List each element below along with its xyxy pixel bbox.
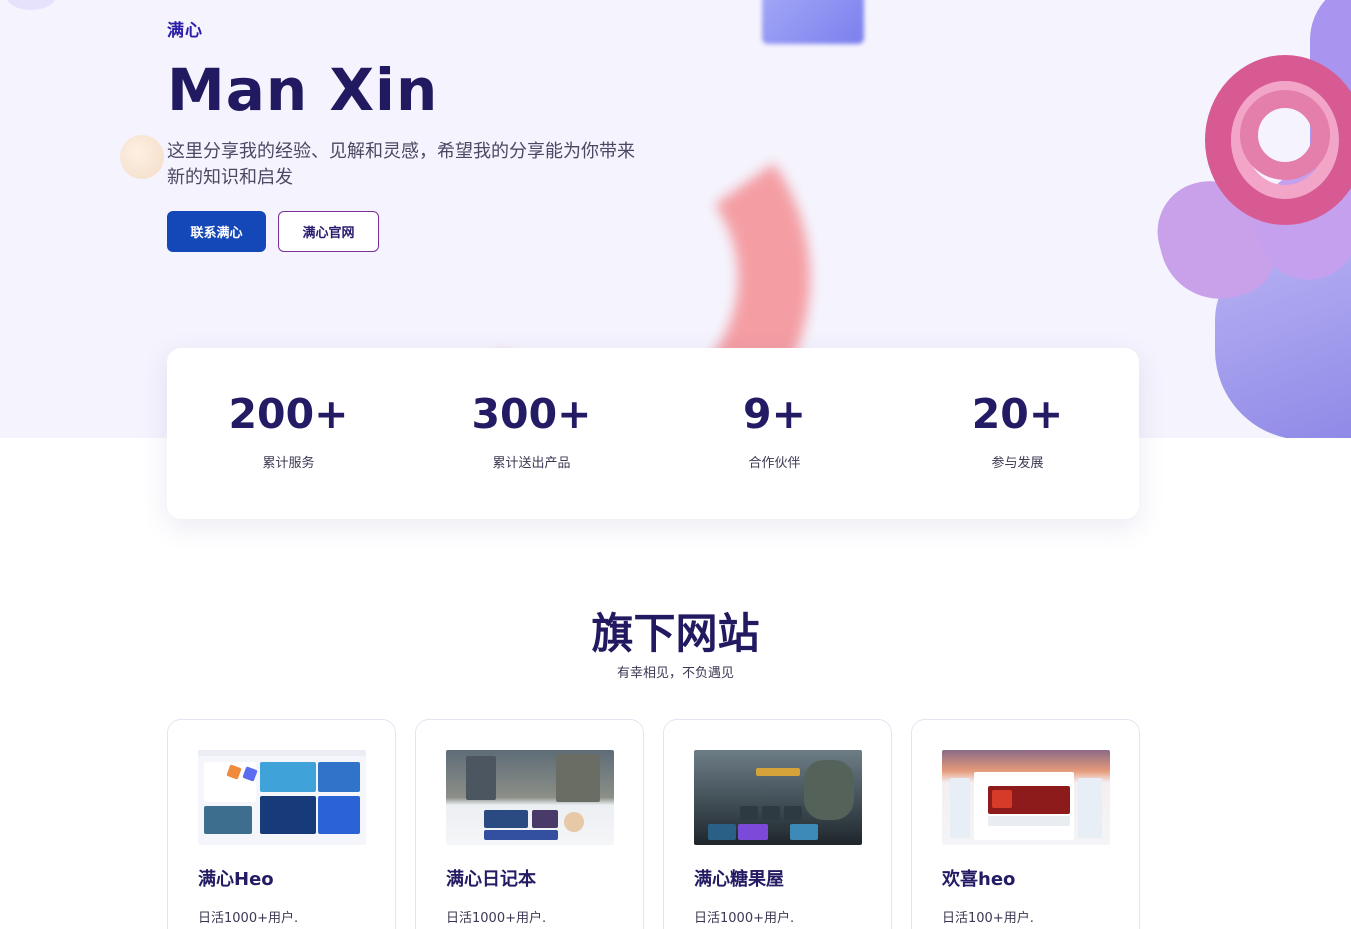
decorative-blob [5, 0, 57, 10]
contact-button[interactable]: 联系满心 [167, 211, 266, 252]
site-desc: 日活1000+用户. [446, 911, 547, 926]
section-subtitle: 有幸相见，不负遇见 [616, 666, 734, 681]
site-card[interactable]: 满心日记本 日活1000+用户. [415, 719, 644, 929]
hero-buttons: 联系满心 满心官网 [167, 211, 667, 252]
section-title: 旗下网站 [591, 609, 760, 658]
hero-eyebrow: 满心 [167, 21, 203, 41]
stat-value: 300+ [471, 390, 592, 438]
stat-item: 9+ 合作伙伴 [664, 348, 886, 519]
stat-label: 累计服务 [262, 456, 315, 471]
site-title: 满心糖果屋 [694, 869, 784, 890]
stat-item: 200+ 累计服务 [178, 348, 400, 519]
decorative-dot [120, 135, 164, 179]
stat-value: 200+ [228, 390, 349, 438]
official-site-button[interactable]: 满心官网 [278, 211, 379, 252]
stat-label: 合作伙伴 [748, 456, 801, 471]
site-desc: 日活1000+用户. [694, 911, 795, 926]
site-thumbnail [694, 750, 862, 845]
stat-item: 300+ 累计送出产品 [421, 348, 643, 519]
decorative-cube [762, 0, 864, 44]
site-thumbnail [198, 750, 366, 845]
site-thumbnail [446, 750, 614, 845]
stat-value: 9+ [743, 390, 806, 438]
hero-description: 这里分享我的经验、见解和灵感，希望我的分享能为你带来新的知识和启发 [167, 141, 635, 188]
site-card[interactable]: 满心Heo 日活1000+用户. [167, 719, 396, 929]
hero-title: Man Xin [167, 56, 439, 124]
site-thumbnail [942, 750, 1110, 845]
stat-value: 20+ [971, 390, 1064, 438]
stat-label: 参与发展 [991, 456, 1044, 471]
stats-card: 200+ 累计服务 300+ 累计送出产品 9+ 合作伙伴 20+ 参与发展 [167, 348, 1139, 519]
site-desc: 日活100+用户. [942, 911, 1034, 926]
site-desc: 日活1000+用户. [198, 911, 299, 926]
stat-item: 20+ 参与发展 [907, 348, 1129, 519]
site-title: 满心日记本 [446, 869, 536, 890]
site-card[interactable]: 欢喜heo 日活100+用户. [911, 719, 1140, 929]
hero-content: 满心 Man Xin 这里分享我的经验、见解和灵感，希望我的分享能为你带来新的知… [167, 16, 667, 252]
site-title: 满心Heo [198, 869, 274, 890]
site-card[interactable]: 满心糖果屋 日活1000+用户. [663, 719, 892, 929]
site-cards: 满心Heo 日活1000+用户. 满心日记本 日活1000+用户. 满心糖果屋 … [167, 719, 1140, 929]
stat-label: 累计送出产品 [492, 456, 571, 471]
decorative-knot [1240, 90, 1330, 180]
site-title: 欢喜heo [942, 869, 1016, 890]
